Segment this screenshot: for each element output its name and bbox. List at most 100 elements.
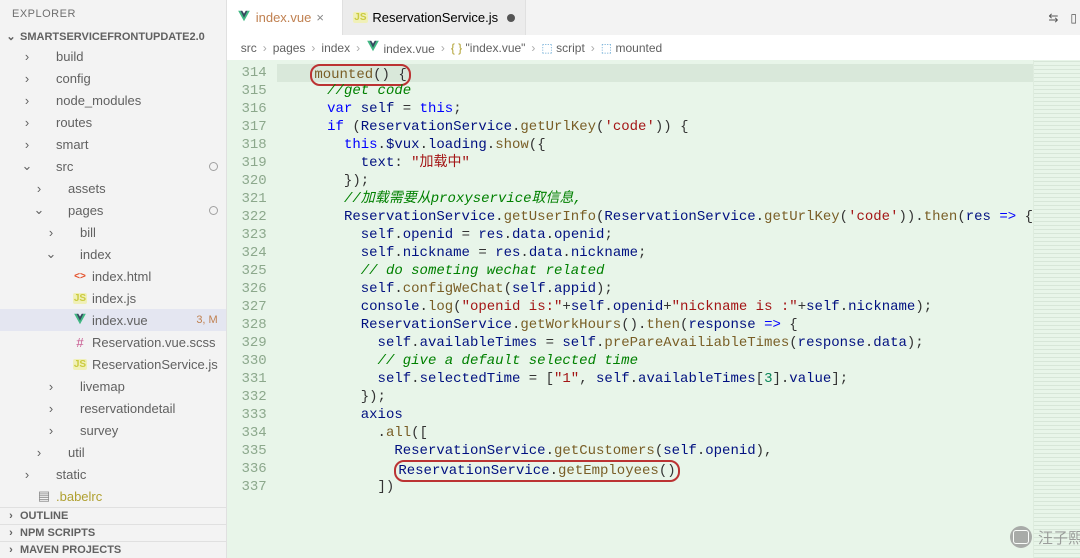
code-line[interactable]: self.openid = res.data.openid; — [277, 226, 1033, 244]
vue-icon — [72, 312, 88, 328]
minimap[interactable] — [1033, 60, 1080, 558]
tree-item-label: index.js — [92, 291, 136, 306]
code-line[interactable]: // give a default selected time — [277, 352, 1033, 370]
split-icon[interactable]: ▯ — [1070, 11, 1077, 25]
folder-icon — [36, 48, 52, 64]
breadcrumb-item[interactable]: index — [321, 41, 350, 55]
breadcrumb[interactable]: src›pages›index› index.vue›{ } "index.vu… — [227, 35, 1080, 60]
tree-item-label: config — [56, 71, 91, 86]
folder-item[interactable]: ⌄src — [0, 155, 226, 177]
breadcrumb-item[interactable]: { } "index.vue" — [451, 41, 526, 55]
tree-item-label: bill — [80, 225, 96, 240]
chevron-right-icon: › — [20, 137, 34, 152]
breadcrumb-item[interactable]: index.vue — [366, 39, 435, 56]
chevron-right-icon: › — [4, 544, 18, 556]
code-line[interactable]: self.selectedTime = ["1", self.available… — [277, 370, 1033, 388]
code-line[interactable]: ReservationService.getWorkHours().then(r… — [277, 316, 1033, 334]
code-line[interactable]: console.log("openid is:"+self.openid+"ni… — [277, 298, 1033, 316]
close-icon[interactable]: × — [316, 10, 332, 25]
folder-item[interactable]: ›build — [0, 45, 226, 67]
chevron-right-icon: › — [44, 423, 58, 438]
tree-item-label: index — [80, 247, 111, 262]
compare-icon[interactable]: ⇆ — [1048, 11, 1058, 25]
breadcrumb-item[interactable]: ⬚ mounted — [601, 41, 662, 55]
js-icon: JS — [72, 356, 88, 372]
folder-icon — [60, 400, 76, 416]
chevron-down-icon: ⌄ — [20, 158, 34, 174]
code-line[interactable]: this.$vux.loading.show({ — [277, 136, 1033, 154]
folder-icon — [36, 92, 52, 108]
sidebar-section[interactable]: ›MAVEN PROJECTS — [0, 541, 226, 558]
code-line[interactable]: self.nickname = res.data.nickname; — [277, 244, 1033, 262]
file-item[interactable]: <>index.html — [0, 265, 226, 287]
folder-item[interactable]: ›assets — [0, 177, 226, 199]
code-line[interactable]: //加载需要从proxyservice取信息, — [277, 190, 1033, 208]
folder-item[interactable]: ›survey — [0, 419, 226, 441]
folder-item[interactable]: ›config — [0, 67, 226, 89]
chevron-right-icon: › — [20, 467, 34, 482]
breadcrumb-item[interactable]: ⬚ script — [541, 41, 584, 55]
tree-item-label: livemap — [80, 379, 125, 394]
code-line[interactable]: var self = this; — [277, 100, 1033, 118]
code-line[interactable]: if (ReservationService.getUrlKey('code')… — [277, 118, 1033, 136]
breadcrumb-item[interactable]: src — [241, 41, 257, 55]
editor-tab[interactable]: index.vue × — [227, 0, 344, 35]
tab-label: index.vue — [256, 10, 312, 25]
folder-item[interactable]: ›routes — [0, 111, 226, 133]
folder-item[interactable]: ⌄index — [0, 243, 226, 265]
code-line[interactable]: ReservationService.getEmployees() — [277, 460, 1033, 478]
chevron-right-icon: › — [531, 41, 535, 55]
code-line[interactable]: self.availableTimes = self.prePareAvaili… — [277, 334, 1033, 352]
folder-item[interactable]: ›bill — [0, 221, 226, 243]
folder-item[interactable]: ›reservationdetail — [0, 397, 226, 419]
file-icon: ▤ — [36, 488, 52, 504]
folder-item[interactable]: ›util — [0, 441, 226, 463]
code-line[interactable]: .all([ — [277, 424, 1033, 442]
file-item[interactable]: ▤ .babelrc — [0, 485, 226, 507]
code-line[interactable]: }); — [277, 172, 1033, 190]
tree-item-label: index.html — [92, 269, 151, 284]
chevron-right-icon: › — [32, 181, 46, 196]
folder-icon — [60, 224, 76, 240]
folder-icon — [36, 114, 52, 130]
code-line[interactable]: axios — [277, 406, 1033, 424]
file-item[interactable]: index.vue3, M — [0, 309, 226, 331]
code-line[interactable]: self.configWeChat(self.appid); — [277, 280, 1033, 298]
tree-item-label: build — [56, 49, 83, 64]
breadcrumb-item[interactable]: pages — [273, 41, 306, 55]
tree-item-label: .babelrc — [56, 489, 102, 504]
watermark: 汪子熙 — [1010, 526, 1080, 548]
code-editor[interactable]: 3143153163173183193203213223233243253263… — [227, 60, 1080, 558]
sidebar-section[interactable]: ›OUTLINE — [0, 507, 226, 524]
code-line[interactable]: ReservationService.getCustomers(self.ope… — [277, 442, 1033, 460]
chevron-right-icon: › — [263, 41, 267, 55]
code-line[interactable]: ReservationService.getUserInfo(Reservati… — [277, 208, 1033, 226]
git-status: 3, M — [196, 314, 217, 326]
code-line[interactable]: text: "加载中" — [277, 154, 1033, 172]
code-line[interactable]: //get code — [277, 82, 1033, 100]
scss-icon: # — [72, 334, 88, 350]
vue-icon — [237, 11, 251, 25]
editor-area: index.vue×JSReservationService.js ⇆ ▯ ⋯ … — [227, 0, 1080, 558]
folder-item[interactable]: ›smart — [0, 133, 226, 155]
explorer-sidebar: EXPLORER ⌄ SMARTSERVICEFRONTUPDATE2.0 ›b… — [0, 0, 227, 558]
file-item[interactable]: JSReservationService.js — [0, 353, 226, 375]
file-item[interactable]: #Reservation.vue.scss — [0, 331, 226, 353]
code-line[interactable]: // do someting wechat related — [277, 262, 1033, 280]
method-icon: ⬚ — [601, 41, 612, 55]
folder-item[interactable]: ›node_modules — [0, 89, 226, 111]
file-tree: ›build›config›node_modules›routes›smart⌄… — [0, 45, 226, 507]
tree-item-label: pages — [68, 203, 103, 218]
folder-item[interactable]: › static — [0, 463, 226, 485]
folder-item[interactable]: ⌄pages — [0, 199, 226, 221]
project-header[interactable]: ⌄ SMARTSERVICEFRONTUPDATE2.0 — [0, 28, 226, 45]
sidebar-section[interactable]: ›NPM SCRIPTS — [0, 524, 226, 541]
tree-item-label: static — [56, 467, 86, 482]
file-item[interactable]: JSindex.js — [0, 287, 226, 309]
folder-icon — [36, 136, 52, 152]
editor-tab[interactable]: JSReservationService.js — [343, 0, 526, 35]
folder-item[interactable]: ›livemap — [0, 375, 226, 397]
code-line[interactable]: mounted() { — [277, 64, 1033, 82]
chevron-right-icon: › — [311, 41, 315, 55]
code-line[interactable]: }); — [277, 388, 1033, 406]
